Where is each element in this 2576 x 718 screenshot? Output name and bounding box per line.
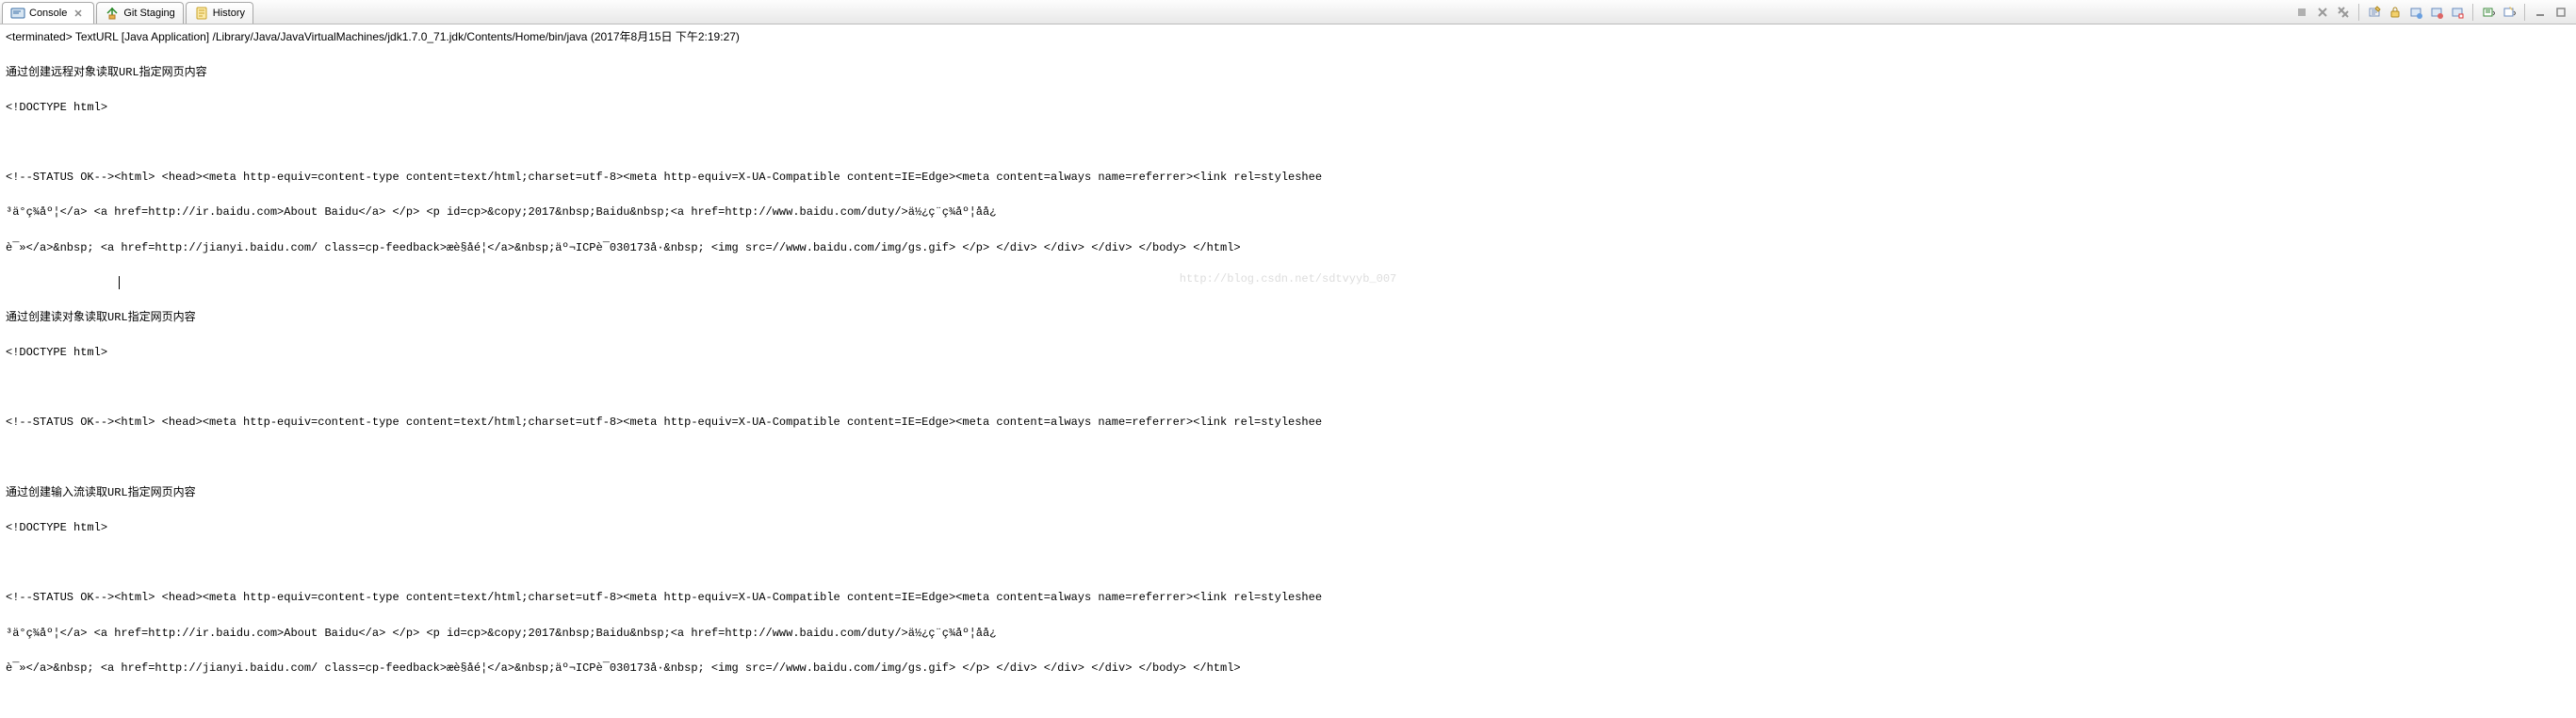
- history-icon: [194, 6, 209, 21]
- maximize-button[interactable]: [2552, 3, 2570, 22]
- toolbar-actions: [2292, 0, 2576, 24]
- timestamp-label: (2017年8月15日 下午2:19:27): [591, 30, 740, 43]
- output-line: 通过创建远程对象读取URL指定网页内容: [6, 64, 2570, 82]
- console-output[interactable]: 通过创建远程对象读取URL指定网页内容 <!DOCTYPE html> <!--…: [0, 46, 2576, 718]
- scroll-lock-button[interactable]: [2386, 3, 2405, 22]
- display-selected-console-button[interactable]: [2479, 3, 2498, 22]
- tab-history-label: History: [213, 8, 245, 19]
- separator: [2358, 4, 2359, 21]
- pin-console-button[interactable]: [2448, 3, 2467, 22]
- launch-status-line: <terminated> TextURL [Java Application] …: [0, 24, 2576, 46]
- view-tab-bar: Console Git Staging History: [0, 0, 2576, 24]
- output-line: [6, 134, 2570, 152]
- output-line: <!--STATUS OK--><html> <head><meta http-…: [6, 589, 2570, 607]
- show-console-on-err-button[interactable]: [2427, 3, 2446, 22]
- tab-git-staging[interactable]: Git Staging: [96, 2, 183, 24]
- output-line: <!DOCTYPE html>: [6, 344, 2570, 362]
- output-line: [6, 379, 2570, 397]
- tab-console[interactable]: Console: [2, 2, 94, 24]
- show-console-on-out-button[interactable]: [2406, 3, 2425, 22]
- remove-launch-button[interactable]: [2313, 3, 2332, 22]
- output-line: <!--STATUS OK--><html> <head><meta http-…: [6, 414, 2570, 432]
- path-label: /Library/Java/JavaVirtualMachines/jdk1.7…: [212, 30, 587, 43]
- output-line: ³ä°ç¾åº¦</a> <a href=http://ir.baidu.com…: [6, 625, 2570, 643]
- git-staging-icon: [105, 6, 120, 21]
- output-line: ³ä°ç¾åº¦</a> <a href=http://ir.baidu.com…: [6, 204, 2570, 221]
- output-line: [6, 449, 2570, 467]
- clear-console-button[interactable]: [2365, 3, 2384, 22]
- console-icon: [10, 6, 25, 21]
- tab-history[interactable]: History: [186, 2, 253, 24]
- output-line: 通过创建输入流读取URL指定网页内容: [6, 484, 2570, 502]
- separator: [2472, 4, 2473, 21]
- output-line: <!--STATUS OK--><html> <head><meta http-…: [6, 169, 2570, 187]
- text-cursor: [6, 274, 2570, 292]
- close-tab-icon[interactable]: [71, 6, 86, 21]
- output-line: [6, 554, 2570, 572]
- tab-console-label: Console: [29, 8, 67, 19]
- program-label: TextURL [Java Application]: [75, 30, 209, 43]
- minimize-button[interactable]: [2531, 3, 2550, 22]
- separator: [2524, 4, 2525, 21]
- output-line: è¯»</a>&nbsp; <a href=http://jianyi.baid…: [6, 239, 2570, 257]
- output-line: <!DOCTYPE html>: [6, 99, 2570, 117]
- terminate-button[interactable]: [2292, 3, 2311, 22]
- remove-all-terminated-button[interactable]: [2334, 3, 2353, 22]
- output-line: 通过创建读对象读取URL指定网页内容: [6, 309, 2570, 327]
- output-line: <!DOCTYPE html>: [6, 519, 2570, 537]
- open-console-button[interactable]: [2500, 3, 2519, 22]
- tab-git-staging-label: Git Staging: [123, 8, 174, 19]
- terminated-label: <terminated>: [6, 30, 73, 43]
- output-line: è¯»</a>&nbsp; <a href=http://jianyi.baid…: [6, 660, 2570, 677]
